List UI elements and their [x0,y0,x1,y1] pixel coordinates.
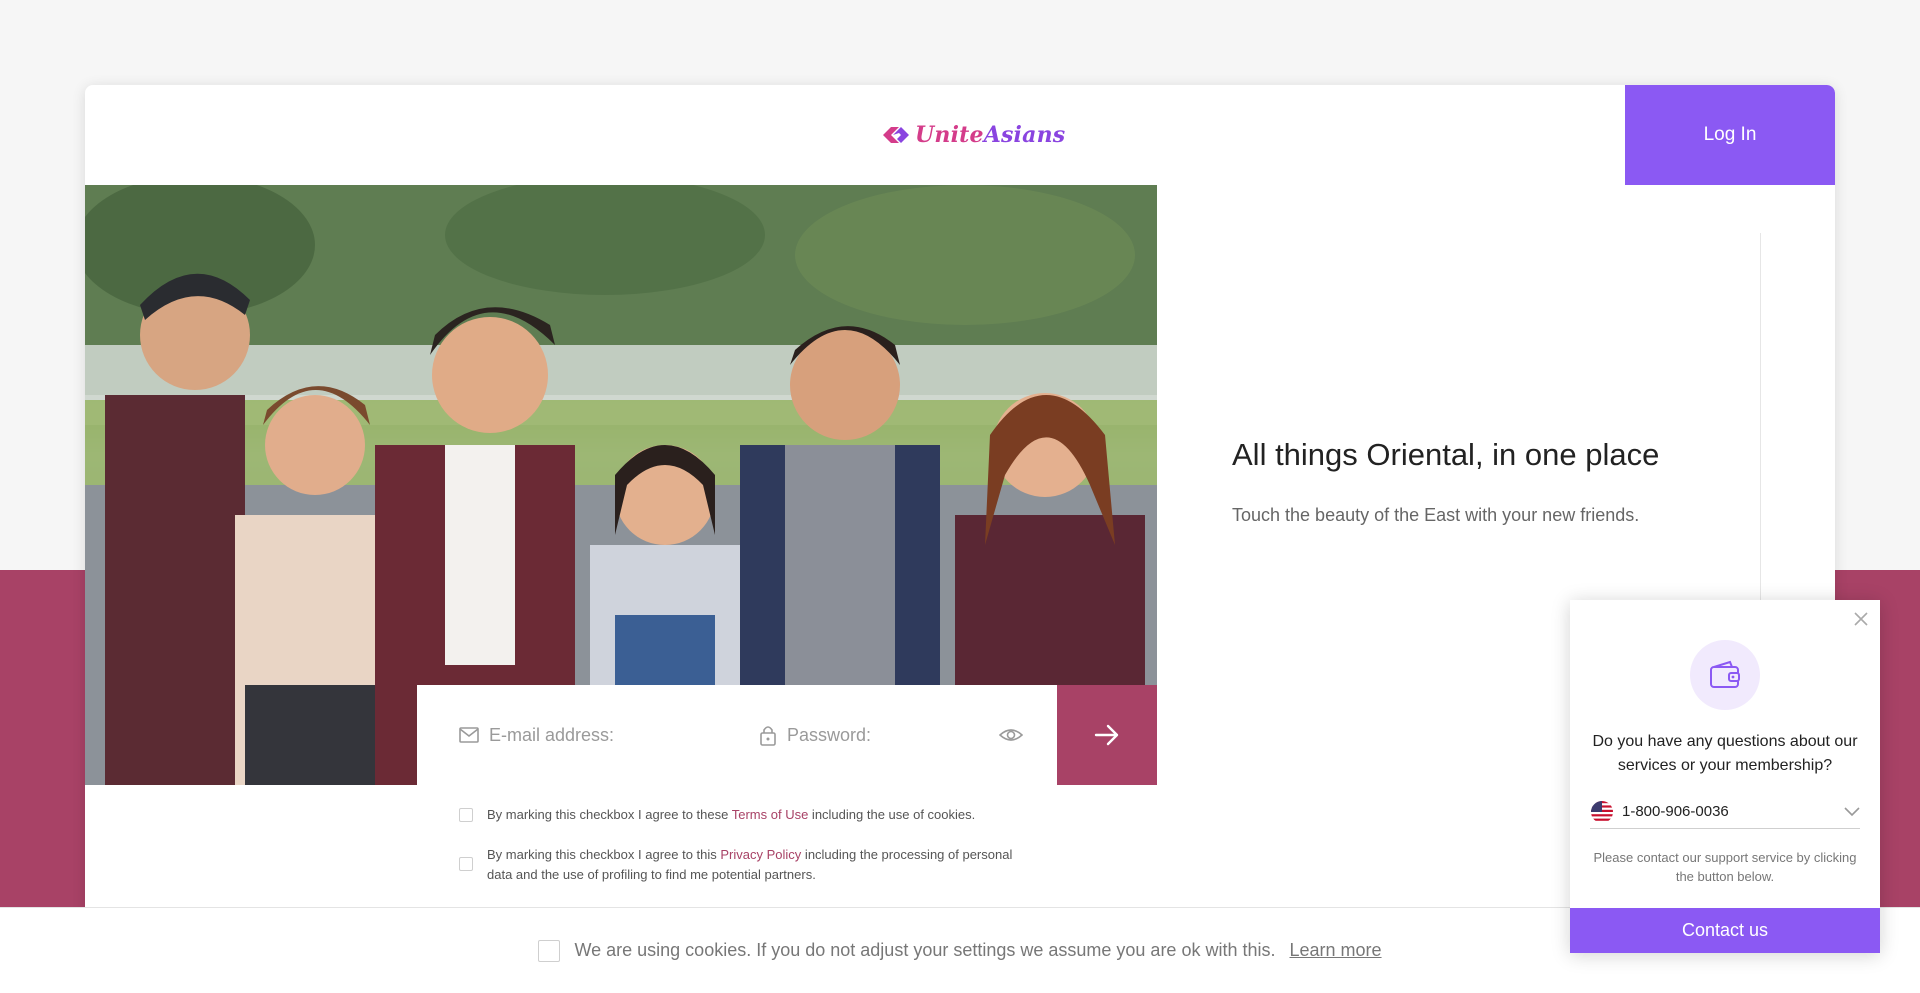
logo-mark-icon [883,127,909,143]
us-flag-icon [1591,800,1613,823]
login-button[interactable]: Log In [1625,85,1835,185]
terms-consent-suffix: including the use of cookies. [808,807,976,822]
lock-icon [760,726,776,746]
eye-icon[interactable] [999,723,1023,747]
support-widget: Do you have any questions about our serv… [1570,600,1880,953]
header: UniteAsians Log In [85,85,1835,185]
privacy-checkbox[interactable] [459,857,473,871]
terms-consent-prefix: By marking this checkbox I agree to thes… [487,807,732,822]
password-placeholder: Password: [787,724,872,745]
login-form: E-mail address: Password: [417,685,1057,785]
contact-us-button[interactable]: Contact us [1570,908,1880,953]
email-placeholder: E-mail address: [489,724,615,745]
terms-of-use-link[interactable]: Terms of Use [732,807,809,822]
cookie-message: We are using cookies. If you do not adju… [574,940,1276,960]
email-field[interactable]: E-mail address: [459,685,739,785]
support-question: Do you have any questions about our serv… [1592,733,1858,774]
privacy-consent-text: By marking this checkbox I agree to this… [459,845,1039,885]
logo-text: UniteAsians [915,122,1065,148]
privacy-consent-prefix: By marking this checkbox I agree to this [487,847,721,862]
logo-text-unite: Unite [915,122,984,148]
mail-icon [459,727,479,743]
support-phone-number: 1-800-906-0036 [1622,803,1729,820]
login-submit-button[interactable] [1057,685,1157,785]
support-note: Please contact our support service by cl… [1593,850,1857,884]
arrow-right-icon [1094,724,1119,746]
wallet-badge [1690,640,1760,710]
phone-selector[interactable]: 1-800-906-0036 [1590,795,1860,829]
terms-checkbox[interactable] [459,808,473,822]
logo[interactable]: UniteAsians [879,121,1065,149]
password-field[interactable]: Password: [759,685,1019,785]
hero-subline: Touch the beauty of the East with your n… [1232,505,1640,525]
chevron-down-icon [1844,806,1860,816]
cookie-checkbox[interactable] [538,939,561,962]
logo-text-asians: Asians [983,122,1066,148]
hero-headline: All things Oriental, in one place [1232,437,1660,472]
learn-more-link[interactable]: Learn more [1289,940,1381,961]
wallet-icon [1710,660,1740,688]
terms-consent-text: By marking this checkbox I agree to thes… [459,805,1039,825]
terms-consent: By marking this checkbox I agree to thes… [459,805,1039,825]
close-icon[interactable] [1852,610,1870,628]
privacy-policy-link[interactable]: Privacy Policy [720,847,801,862]
privacy-consent: By marking this checkbox I agree to this… [459,845,1039,885]
